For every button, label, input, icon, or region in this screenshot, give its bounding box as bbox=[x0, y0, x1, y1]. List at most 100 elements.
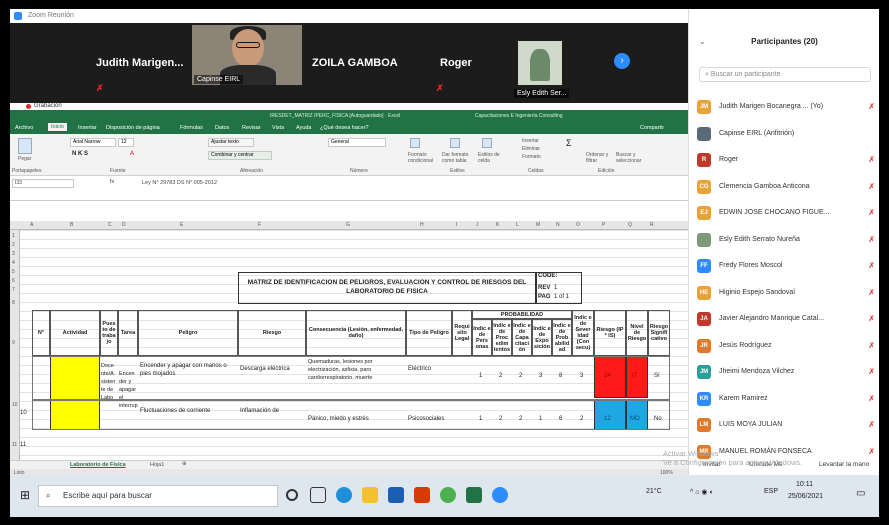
cell-styles-icon[interactable] bbox=[482, 138, 492, 148]
row-header[interactable]: 10 bbox=[12, 402, 18, 408]
participant-row[interactable]: JM Judith Marigen Bocanegra ... (Yo) ✗ bbox=[697, 99, 877, 116]
col-header[interactable]: L bbox=[516, 222, 519, 228]
participant-row[interactable]: R Roger ✗ bbox=[697, 152, 877, 169]
row-header[interactable]: 7 bbox=[12, 287, 15, 293]
participant-row[interactable]: JR Jesús Rodríguez ✗ bbox=[697, 338, 877, 355]
video-tile-esly[interactable] bbox=[518, 41, 562, 85]
col-header[interactable]: C bbox=[108, 222, 112, 228]
share-button[interactable]: Compartir bbox=[640, 125, 664, 131]
row-header[interactable]: 3 bbox=[12, 251, 15, 257]
tray-icons[interactable]: ^ ⌂ ◉ ◐ bbox=[690, 488, 714, 496]
autosum-icon[interactable]: Σ bbox=[566, 138, 572, 148]
tab-ayuda[interactable]: Ayuda bbox=[296, 125, 312, 131]
row-header[interactable]: 2 bbox=[12, 242, 15, 248]
conditional-format-icon[interactable] bbox=[410, 138, 420, 148]
worksheet-grid[interactable]: MATRIZ DE IDENTIFICACION DE PELIGROS, EV… bbox=[20, 230, 688, 460]
paste-icon[interactable] bbox=[18, 138, 32, 154]
col-header[interactable]: A bbox=[30, 222, 33, 228]
col-header[interactable]: M bbox=[536, 222, 540, 228]
merge-center-button[interactable]: Combinar y centrar bbox=[208, 151, 272, 160]
task-view-icon[interactable] bbox=[310, 487, 326, 503]
weather-temp[interactable]: 21°C bbox=[646, 488, 662, 495]
windows-start-icon[interactable]: ⊞ bbox=[20, 488, 30, 502]
col-header[interactable]: D bbox=[122, 222, 126, 228]
participant-row[interactable]: KR Karem Ramirez ✗ bbox=[697, 391, 877, 408]
participant-row[interactable]: Capinse EIRL (Anfitrión) bbox=[697, 126, 877, 143]
col-header[interactable]: H bbox=[420, 222, 424, 228]
format-cells-button[interactable]: Formato bbox=[522, 154, 541, 160]
tell-me-search[interactable]: ¿Qué desea hacer? bbox=[320, 125, 369, 131]
file-explorer-icon[interactable] bbox=[362, 487, 378, 503]
font-color-button[interactable]: A bbox=[130, 151, 134, 157]
insert-cells-button[interactable]: Insertar bbox=[522, 138, 539, 144]
tab-inicio[interactable]: Inicio bbox=[48, 123, 67, 131]
row-header[interactable]: 4 bbox=[12, 260, 15, 266]
table-format-icon[interactable] bbox=[450, 138, 460, 148]
col-header[interactable]: B bbox=[70, 222, 73, 228]
col-header[interactable]: G bbox=[346, 222, 350, 228]
col-header[interactable]: I bbox=[456, 222, 457, 228]
sort-filter-label[interactable]: Ordenar y filtrar bbox=[586, 152, 612, 164]
tab-disposicion[interactable]: Disposición de página bbox=[106, 125, 160, 131]
participant-row[interactable]: HE Higinio Espejo Sandoval ✗ bbox=[697, 285, 877, 302]
col-header[interactable]: O bbox=[576, 222, 580, 228]
row-header[interactable]: 9 bbox=[12, 340, 15, 346]
col-header[interactable]: F bbox=[258, 222, 261, 228]
tab-insertar[interactable]: Insertar bbox=[78, 125, 97, 131]
col-header[interactable]: R bbox=[650, 222, 654, 228]
taskbar-search-input[interactable]: ⌕ Escribe aquí para buscar bbox=[38, 485, 278, 507]
participant-row[interactable]: LM LUIS MOYA JULIAN ✗ bbox=[697, 417, 877, 434]
chrome-icon[interactable] bbox=[440, 487, 456, 503]
participant-row[interactable]: CG Clemencia Gamboa Anticona ✗ bbox=[697, 179, 877, 196]
notification-icon[interactable]: ▭ bbox=[856, 488, 865, 499]
row-header[interactable]: 11 bbox=[12, 442, 17, 448]
number-format-select[interactable]: General bbox=[328, 138, 386, 147]
next-page-button[interactable]: › bbox=[614, 53, 630, 69]
sheet-tab-laboratorio[interactable]: Laboratorio de Física bbox=[70, 462, 126, 468]
row-header[interactable]: 5 bbox=[12, 269, 15, 275]
language-indicator[interactable]: ESP bbox=[764, 488, 778, 495]
find-select-label[interactable]: Buscar y seleccionar bbox=[616, 152, 648, 164]
wrap-text-button[interactable]: Ajustar texto bbox=[208, 138, 254, 147]
col-header[interactable]: Q bbox=[628, 222, 632, 228]
col-header[interactable]: E bbox=[180, 222, 183, 228]
participant-row[interactable]: Esly Edith Serrato Nureña ✗ bbox=[697, 232, 877, 249]
bold-button[interactable]: N K S bbox=[72, 151, 88, 157]
participant-row[interactable]: EJ EDWIN JOSE CHOCANO FIGUE... ✗ bbox=[697, 205, 877, 222]
cortana-icon[interactable] bbox=[286, 489, 298, 501]
store-icon[interactable] bbox=[388, 487, 404, 503]
sheet-tab-hoja1[interactable]: Hoja1 bbox=[150, 462, 164, 468]
row-header[interactable]: 1 bbox=[12, 233, 15, 239]
excel-taskbar-icon[interactable] bbox=[466, 487, 482, 503]
col-header[interactable]: P bbox=[602, 222, 605, 228]
clock-time[interactable]: 10:11 bbox=[796, 481, 813, 488]
raise-hand-button[interactable]: Levantar la mano bbox=[819, 461, 869, 468]
video-tile-judith[interactable]: Judith Marigen... ✗ bbox=[96, 23, 191, 103]
col-header[interactable]: K bbox=[496, 222, 499, 228]
row-header[interactable]: 8 bbox=[12, 300, 15, 306]
add-sheet-icon[interactable]: ⊕ bbox=[182, 461, 187, 467]
zoom-taskbar-icon[interactable] bbox=[492, 487, 508, 503]
tab-vista[interactable]: Vista bbox=[272, 125, 284, 131]
delete-cells-button[interactable]: Eliminar bbox=[522, 146, 540, 152]
edge-icon[interactable] bbox=[336, 487, 352, 503]
video-tile-zoila[interactable]: ZOILA GAMBOA bbox=[312, 23, 412, 103]
video-tile-roger[interactable]: Roger ✗ bbox=[436, 23, 500, 103]
tab-datos[interactable]: Datos bbox=[215, 125, 229, 131]
office-icon[interactable] bbox=[414, 487, 430, 503]
formula-input[interactable]: Ley N° 29783 DS N° 005-2012 bbox=[142, 180, 217, 186]
tab-formulas[interactable]: Fórmulas bbox=[180, 125, 203, 131]
participant-search-input[interactable]: ⌕ Buscar un participante bbox=[699, 67, 871, 82]
font-size-select[interactable]: 12 bbox=[118, 138, 134, 147]
tab-revisar[interactable]: Revisar bbox=[242, 125, 261, 131]
font-name-select[interactable]: Arial Narrow bbox=[70, 138, 116, 147]
name-box[interactable]: I33 bbox=[12, 179, 74, 188]
col-header[interactable]: N bbox=[556, 222, 560, 228]
participant-row[interactable]: JM Jheimi Mendoza Vilchez ✗ bbox=[697, 364, 877, 381]
col-header[interactable]: J bbox=[476, 222, 479, 228]
clock-date[interactable]: 25/06/2021 bbox=[788, 493, 823, 500]
row-header[interactable]: 6 bbox=[12, 278, 15, 284]
tab-archivo[interactable]: Archivo bbox=[15, 125, 33, 131]
participant-row[interactable]: FF Fredy Flores Moscol ✗ bbox=[697, 258, 877, 275]
participant-row[interactable]: JA Javier Alejandro Manrique Catal... ✗ bbox=[697, 311, 877, 328]
